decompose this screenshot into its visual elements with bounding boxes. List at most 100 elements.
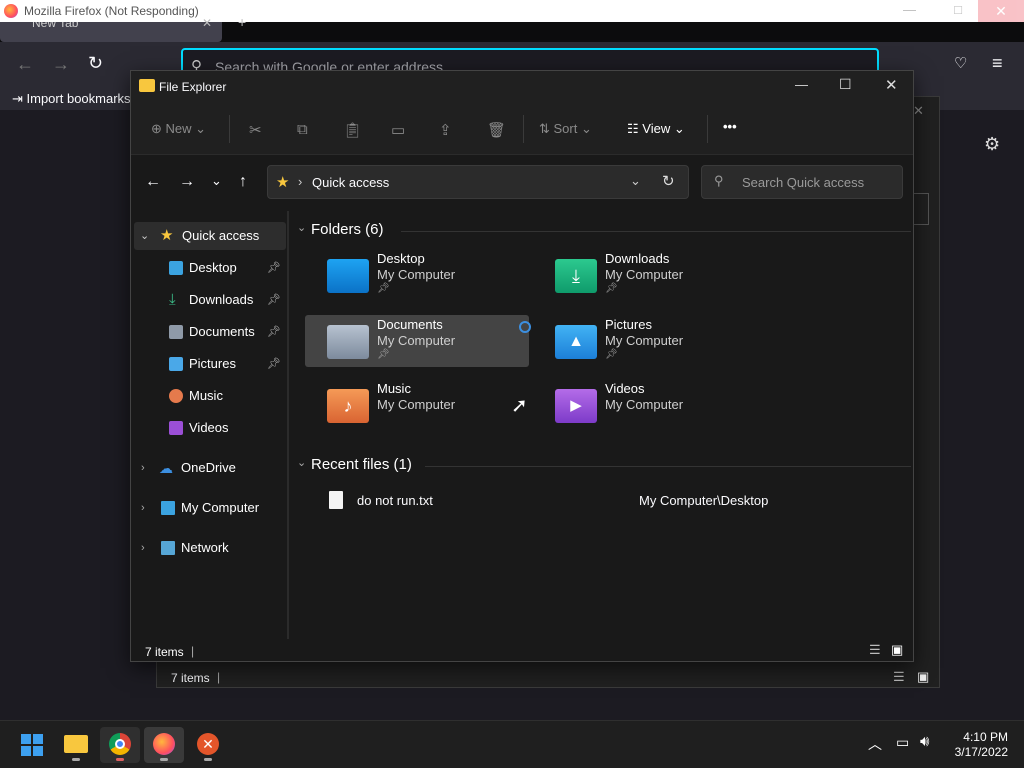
file-explorer-icon <box>64 735 88 753</box>
sidebar-item-downloads[interactable]: ⤓ Downloads 📌︎ <box>131 286 287 314</box>
recent-file-row[interactable]: do not run.txt My Computer\Desktop <box>305 489 905 515</box>
cut-icon[interactable]: ✂ <box>249 121 262 139</box>
folder-tile-desktop[interactable]: Desktop My Computer 📌︎ <box>305 249 529 301</box>
search-input[interactable]: ⚲ Search Quick access <box>701 165 903 199</box>
folder-name: Desktop <box>377 251 425 266</box>
refresh-icon[interactable]: ↻ <box>662 172 675 190</box>
tiles-view-icon[interactable]: ▣ <box>891 642 903 658</box>
sidebar-item-videos[interactable]: Videos <box>131 414 287 442</box>
copy-icon[interactable]: ⧉ <box>297 121 308 138</box>
tiles-view-icon[interactable]: ▣ <box>917 669 929 685</box>
taskbar: ✕ ︿ ▭ 🔊︎ 4:10 PM 3/17/2022 <box>0 720 1024 768</box>
search-box-edge <box>913 193 929 225</box>
gear-icon[interactable]: ⚙ <box>984 134 1000 155</box>
videos-folder-icon: ▶ <box>555 389 597 423</box>
folder-name: Videos <box>605 381 645 396</box>
sidebar-item-desktop[interactable]: Desktop 📌︎ <box>131 254 287 282</box>
folder-name: Documents <box>377 317 443 332</box>
folder-tile-documents[interactable]: Documents My Computer 📌︎ <box>305 315 531 367</box>
close-icon[interactable]: ✕ <box>913 103 924 119</box>
start-button[interactable] <box>12 727 52 763</box>
chevron-right-icon[interactable]: › <box>141 534 145 562</box>
chevron-down-icon[interactable]: ⌄ <box>140 222 149 250</box>
reload-icon[interactable]: ↻ <box>88 53 103 74</box>
share-icon[interactable]: ⇪ <box>439 121 452 139</box>
taskbar-app-error[interactable]: ✕ <box>188 727 228 763</box>
sort-button[interactable]: ⇅ Sort ⌄ <box>539 121 592 137</box>
folders-group-header[interactable]: Folders (6) <box>311 221 384 238</box>
search-icon: ⚲ <box>714 173 724 188</box>
sidebar-item-onedrive[interactable]: › ☁ OneDrive <box>131 454 287 482</box>
more-options-button[interactable]: ••• <box>723 119 737 134</box>
pocket-icon[interactable]: ♡ <box>954 54 967 72</box>
details-view-icon[interactable]: ☰ <box>869 642 881 658</box>
folder-tile-videos[interactable]: ▶ Videos My Computer <box>533 379 757 431</box>
volume-icon[interactable]: 🔊︎ <box>920 733 929 750</box>
chevron-up-icon[interactable]: ︿ <box>868 734 882 754</box>
firefox-close-button[interactable]: ✕ <box>978 0 1024 22</box>
divider <box>523 115 524 143</box>
text-file-icon <box>329 491 343 509</box>
menu-icon[interactable]: ≡ <box>992 53 1003 74</box>
recent-locations-icon[interactable]: ⌄ <box>211 173 222 189</box>
busy-cursor-icon <box>519 321 531 333</box>
close-icon[interactable]: ✕ <box>885 76 898 94</box>
chevron-down-icon[interactable]: ⌄ <box>297 456 306 469</box>
pin-icon: 📌︎ <box>605 283 618 294</box>
music-folder-icon: ♪ <box>327 389 369 423</box>
clock[interactable]: 4:10 PM 3/17/2022 <box>955 730 1008 760</box>
tab-new-tab[interactable]: New Tab <box>0 22 222 42</box>
desktop-icon <box>169 261 183 275</box>
recent-files-group-header[interactable]: Recent files (1) <box>311 456 412 473</box>
minimize-icon[interactable]: — <box>795 77 808 92</box>
back-icon[interactable]: ← <box>145 173 161 191</box>
sidebar-item-pictures[interactable]: Pictures 📌︎ <box>131 350 287 378</box>
windows-logo-pane <box>33 734 43 744</box>
folder-tile-music[interactable]: ♪ Music My Computer <box>305 379 529 431</box>
paste-icon[interactable]: 📋︎ <box>343 121 362 139</box>
taskbar-firefox[interactable] <box>144 727 184 763</box>
taskbar-file-explorer[interactable] <box>56 727 96 763</box>
folder-location: My Computer <box>605 333 684 348</box>
import-bookmarks-link[interactable]: ⇥ Import bookmarks... <box>12 91 141 107</box>
folder-tile-downloads[interactable]: ⤓ Downloads My Computer 📌︎ <box>533 249 757 301</box>
new-button[interactable]: ⊕ New ⌄ <box>151 121 206 137</box>
sidebar-item-documents[interactable]: Documents 📌︎ <box>131 318 287 346</box>
back-icon[interactable]: ← <box>16 54 34 75</box>
tab-title: New Tab <box>32 22 79 30</box>
forward-icon[interactable]: → <box>179 173 195 191</box>
documents-icon <box>169 325 183 339</box>
network-icon[interactable]: ▭ <box>896 734 909 751</box>
chevron-down-icon[interactable]: ⌄ <box>297 221 306 234</box>
sidebar-item-network[interactable]: › Network <box>131 534 287 562</box>
taskbar-chrome[interactable] <box>100 727 140 763</box>
minimize-icon[interactable]: — <box>903 2 916 17</box>
folder-tile-pictures[interactable]: ▲ Pictures My Computer 📌︎ <box>533 315 757 367</box>
chevron-right-icon[interactable]: › <box>141 494 145 522</box>
view-button[interactable]: ☷ View ⌄ <box>627 121 685 137</box>
sidebar-item-label: Quick access <box>182 228 260 243</box>
forward-icon[interactable]: → <box>52 54 70 75</box>
maximize-icon[interactable]: ☐ <box>839 76 852 93</box>
clock-date: 3/17/2022 <box>954 745 1008 759</box>
address-box[interactable]: ★ › Quick access ⌄ ↻ <box>267 165 689 199</box>
maximize-icon[interactable]: □ <box>954 2 962 17</box>
chevron-down-icon[interactable]: ⌄ <box>630 173 641 189</box>
up-icon[interactable]: ↑ <box>239 173 247 191</box>
delete-icon[interactable]: 🗑︎ <box>487 121 506 139</box>
explorer-titlebar: File Explorer — ☐ ✕ <box>131 71 913 103</box>
sidebar-item-label: Network <box>181 540 229 555</box>
network-icon <box>161 541 175 555</box>
star-icon: ★ <box>160 227 174 244</box>
file-path: My Computer\Desktop <box>639 493 769 508</box>
sort-label: Sort <box>553 121 578 136</box>
sidebar-item-my-computer[interactable]: › My Computer <box>131 494 287 522</box>
details-view-icon[interactable]: ☰ <box>893 669 905 685</box>
sidebar-item-music[interactable]: Music <box>131 382 287 410</box>
desktop-folder-icon <box>327 259 369 293</box>
sidebar-item-quick-access[interactable]: ⌄ ★ Quick access <box>134 222 286 250</box>
rename-icon[interactable]: ▭ <box>391 121 405 139</box>
tab-close-icon[interactable]: ✕ <box>202 16 212 30</box>
new-tab-icon[interactable]: + <box>238 14 246 30</box>
chevron-right-icon[interactable]: › <box>141 454 145 482</box>
